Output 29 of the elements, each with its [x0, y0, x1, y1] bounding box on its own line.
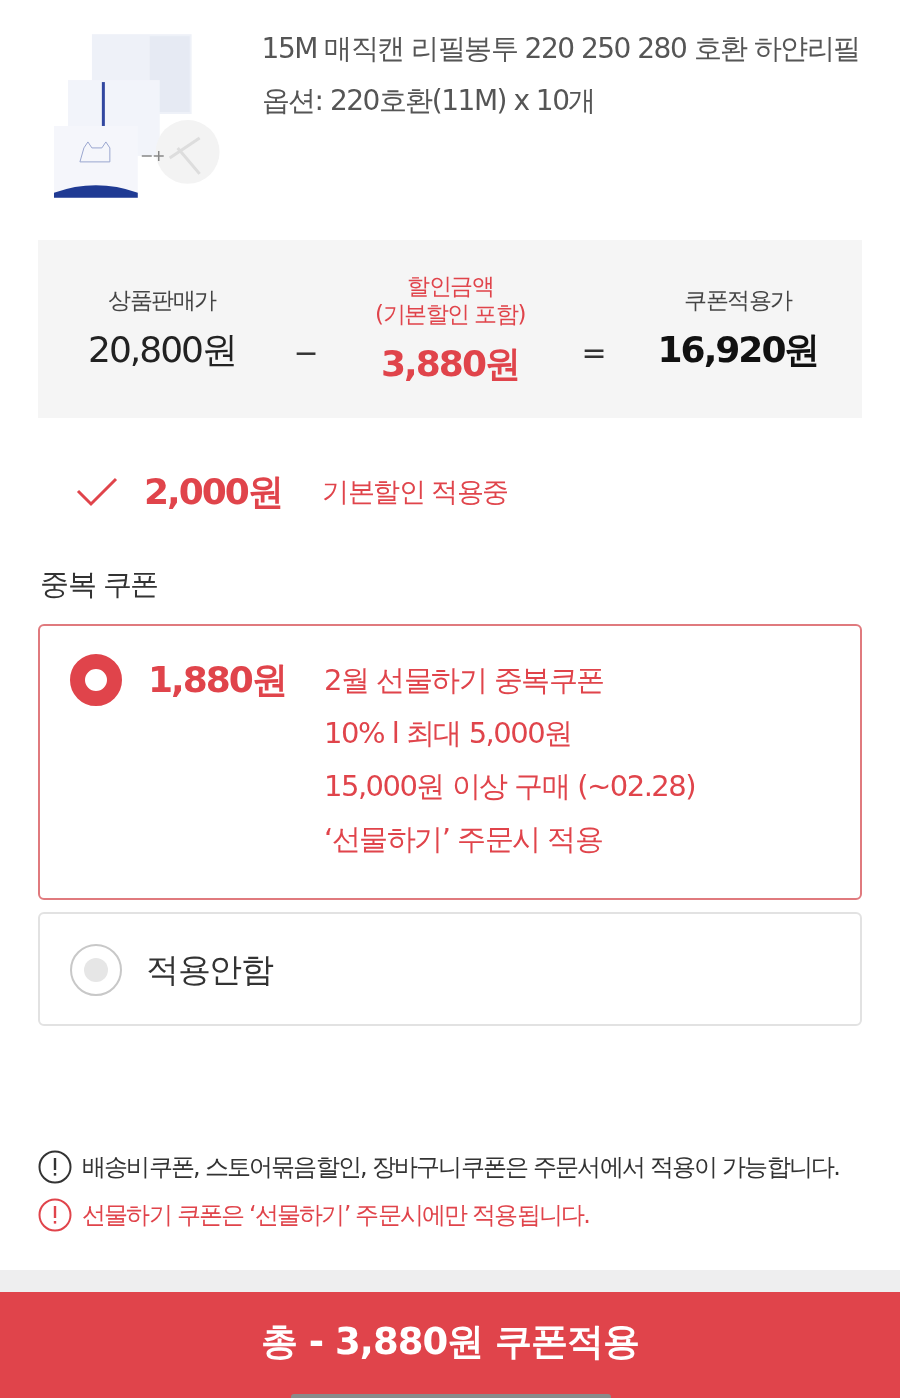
operator-sign: − [292, 333, 320, 372]
section-title: 중복 쿠폰 [40, 566, 159, 602]
summary-value: 3,880원 [381, 342, 519, 386]
discount-amount: 2,000원 [144, 469, 283, 514]
product-title: 15M 매직캔 리필봉투 220 250 280 호환 하얀리필 [261, 32, 860, 66]
summary-label: 쿠폰적용가 [684, 286, 792, 314]
exclamation-icon [38, 1150, 72, 1184]
coupon-detail: ‘선물하기’ 주문시 적용 [324, 821, 604, 858]
coupon-detail: 10% l 최대 5,000원 [324, 715, 573, 752]
coupon-detail: 2월 선물하기 중복쿠폰 [324, 662, 605, 699]
coupon-option[interactable]: 1,880원 2월 선물하기 중복쿠폰 10% l 최대 5,000원 15,000원 이상 구매 (~02.28) ‘선물하기’ 주문시 적용 [38, 624, 862, 900]
radio-button[interactable] [70, 944, 122, 996]
summary-label: 할인금액 [407, 272, 493, 300]
summary-value: 16,920원 [657, 328, 819, 372]
apply-coupon-button[interactable]: 총 - 3,880원 쿠폰적용 [0, 1292, 900, 1398]
coupon-detail: 15,000원 이상 구매 (~02.28) [324, 768, 696, 805]
notice-text: 선물하기 쿠폰은 ‘선물하기’ 주문시에만 적용됩니다. [82, 1200, 589, 1231]
coupon-amount: 1,880원 [148, 658, 287, 702]
operator-sign: = [580, 333, 608, 372]
product-option: 옵션: 220호환(11M) x 10개 [261, 84, 860, 118]
summary-sublabel: (기본할인 포함) [375, 300, 525, 328]
summary-label: 상품판매가 [108, 286, 216, 314]
coupon-option[interactable]: 적용안함 [38, 912, 862, 1026]
option-label: 적용안함 [146, 949, 272, 991]
summary-value: 20,800원 [88, 328, 236, 372]
discount-status: 기본할인 적용중 [322, 475, 508, 509]
radio-button[interactable] [70, 654, 122, 706]
notice-text: 배송비쿠폰, 스토어묶음할인, 장바구니쿠폰은 주문서에서 적용이 가능합니다. [82, 1152, 840, 1183]
exclamation-icon [38, 1198, 72, 1232]
